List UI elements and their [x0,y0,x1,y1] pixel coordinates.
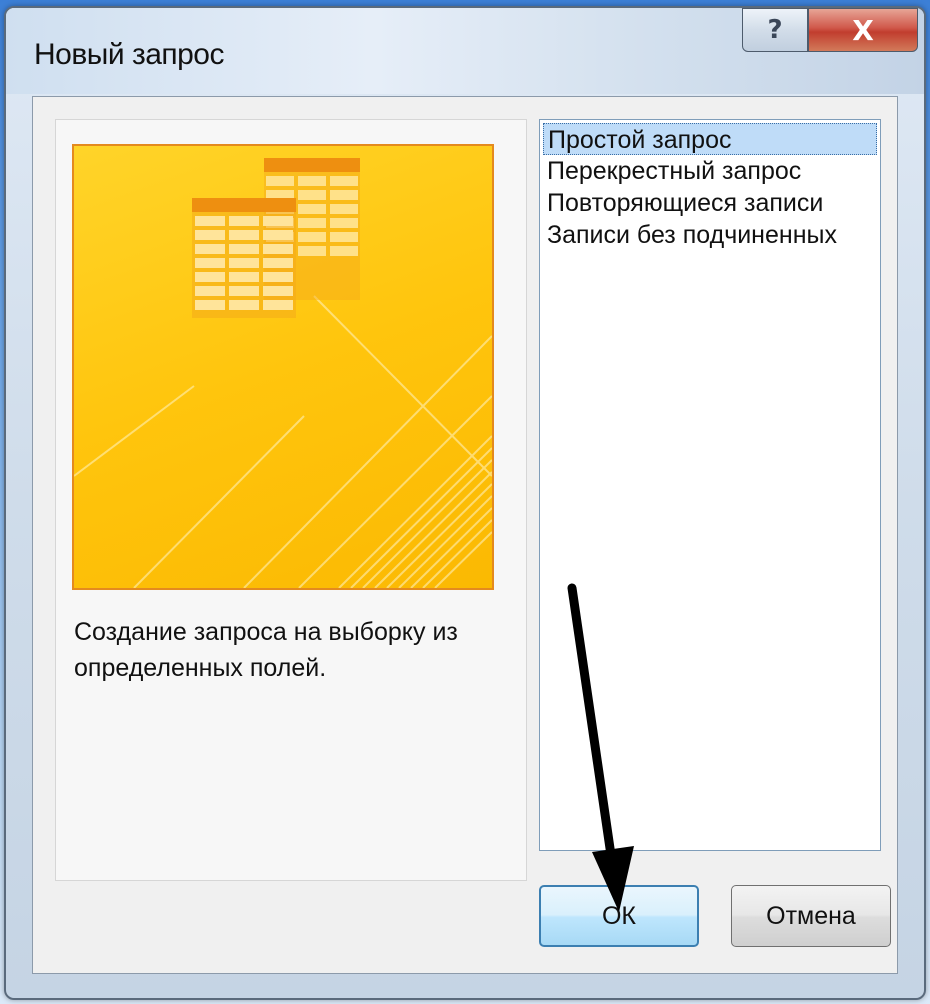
query-illustration [72,144,494,590]
query-type-list[interactable]: Простой запрос Перекрестный запрос Повто… [539,119,881,851]
question-mark-icon: ? [767,15,783,45]
cancel-button[interactable]: Отмена [731,885,891,947]
preview-panel: Создание запроса на выборку из определен… [55,119,527,881]
dialog-body: Создание запроса на выборку из определен… [32,96,898,974]
close-icon: X [852,13,874,47]
list-item-find-unmatched[interactable]: Записи без подчиненных [543,219,877,251]
list-item-find-duplicates[interactable]: Повторяющиеся записи [543,187,877,219]
list-item-crosstab-query[interactable]: Перекрестный запрос [543,155,877,187]
ok-button[interactable]: ОК [539,885,699,947]
title-bar[interactable]: Новый запрос ? X [6,8,924,94]
help-button[interactable]: ? [742,8,808,52]
close-button[interactable]: X [808,8,918,52]
list-item-simple-query[interactable]: Простой запрос [543,123,877,155]
dialog-title: Новый запрос [34,38,225,71]
table-grid-illustration [74,158,492,588]
new-query-dialog: Новый запрос ? X Создание запроса на выб… [4,6,926,1000]
query-description: Создание запроса на выборку из определен… [74,618,458,682]
